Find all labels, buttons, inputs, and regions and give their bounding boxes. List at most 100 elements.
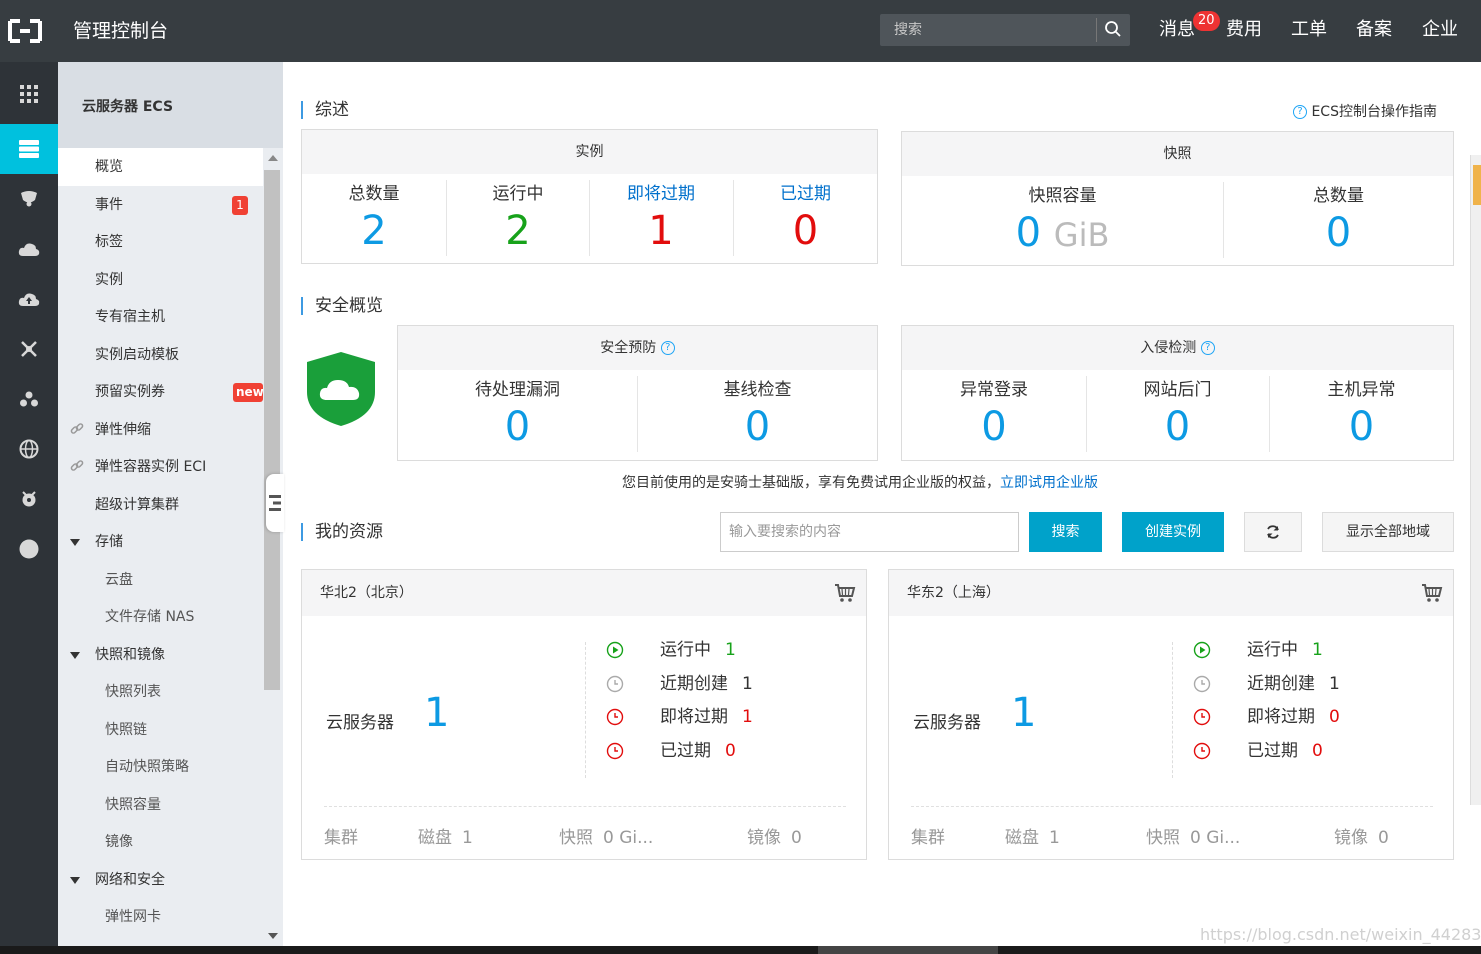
sidebar-item-eci[interactable]: 弹性容器实例 ECI xyxy=(58,448,263,486)
sidebar-scrollbar[interactable] xyxy=(264,170,280,690)
foot-snapshot[interactable]: 快照 0 Gi... xyxy=(1146,823,1240,848)
server-count[interactable]: 1 xyxy=(1011,688,1036,738)
globe-icon[interactable] xyxy=(0,424,58,474)
help-icon: ? xyxy=(1293,105,1307,119)
refresh-button[interactable] xyxy=(1244,512,1302,552)
cart-icon[interactable] xyxy=(1421,583,1443,603)
show-all-regions-button[interactable]: 显示全部地域 xyxy=(1322,512,1454,552)
sidebar-item-dedicated-hosts[interactable]: 专有宿主机 xyxy=(58,298,263,336)
page-scrollbar-thumb[interactable] xyxy=(1473,165,1481,205)
search-button[interactable]: 搜索 xyxy=(1029,512,1102,552)
global-search[interactable] xyxy=(880,14,1130,46)
sidebar-item-super-computing[interactable]: 超级计算集群 xyxy=(58,486,263,524)
external-link-icon xyxy=(70,423,84,434)
stat-expiring-instances[interactable]: 即将过期 1 xyxy=(589,182,733,256)
search-divider xyxy=(1096,18,1097,42)
circle-icon[interactable] xyxy=(0,524,58,574)
page-scrollbar[interactable] xyxy=(1470,155,1481,805)
sidebar-item-nas[interactable]: 文件存储 NAS xyxy=(58,598,263,636)
nav-billing[interactable]: 费用 xyxy=(1226,17,1262,43)
global-search-input[interactable] xyxy=(880,14,1094,46)
stat-value: 2 xyxy=(361,208,387,254)
events-badge: 1 xyxy=(232,196,248,215)
nav-filing[interactable]: 备案 xyxy=(1356,17,1392,43)
sidebar-group-snapshots-images[interactable]: 快照和镜像 xyxy=(58,636,263,674)
stat-label: 待处理漏洞 xyxy=(475,380,560,400)
monitor-icon[interactable] xyxy=(0,474,58,524)
sidebar-item-instances[interactable]: 实例 xyxy=(58,261,263,299)
products-grid-icon[interactable] xyxy=(0,69,58,119)
ecs-server-icon[interactable] xyxy=(0,124,58,174)
sidebar-item-reserved[interactable]: 预留实例券 new xyxy=(58,373,263,411)
foot-snapshot[interactable]: 快照 0 Gi... xyxy=(559,823,653,848)
sidebar-item-tags[interactable]: 标签 xyxy=(58,223,263,261)
stat-abnormal-login[interactable]: 异常登录 0 xyxy=(902,378,1086,452)
stat-backdoor[interactable]: 网站后门 0 xyxy=(1086,378,1269,452)
nav-messages[interactable]: 消息 xyxy=(1159,17,1195,43)
cloud-upload-icon[interactable] xyxy=(0,274,58,324)
sidebar-item-snapshot-capacity[interactable]: 快照容量 xyxy=(58,786,263,824)
foot-image[interactable]: 镜像 0 xyxy=(747,823,802,848)
nav-enterprise[interactable]: 企业 xyxy=(1422,17,1458,43)
sidebar-item-snapshot-chain[interactable]: 快照链 xyxy=(58,711,263,749)
external-link-icon xyxy=(70,460,84,471)
stat-expired-instances[interactable]: 已过期 0 xyxy=(733,182,878,256)
sidebar-item-overview[interactable]: 概览 xyxy=(58,148,263,186)
sidebar-item-disks[interactable]: 云盘 xyxy=(58,561,263,599)
sidebar-item-auto-snapshot-policy[interactable]: 自动快照策略 xyxy=(58,748,263,786)
status-label: 近期创建 xyxy=(660,674,728,694)
guide-link[interactable]: ? ECS控制台操作指南 xyxy=(1293,101,1437,121)
cluster-icon[interactable] xyxy=(0,374,58,424)
stat-baseline[interactable]: 基线检查 0 xyxy=(637,378,878,452)
sidebar-group-storage[interactable]: 存储 xyxy=(58,523,263,561)
sidebar-item-eni[interactable]: 弹性网卡 xyxy=(58,898,263,936)
stat-value: 0 xyxy=(981,404,1007,450)
sidebar-item-autoscaling[interactable]: 弹性伸缩 xyxy=(58,411,263,449)
sidebar-item-images[interactable]: 镜像 xyxy=(58,823,263,861)
security-notice-text: 您目前使用的是安骑士基础版，享有免费试用企业版的权益， xyxy=(622,475,1000,491)
search-icon[interactable] xyxy=(1104,20,1122,38)
stat-snapshot-capacity[interactable]: 快照容量 0 GiB xyxy=(902,184,1223,260)
create-instance-button[interactable]: 创建实例 xyxy=(1122,512,1224,552)
sidebar-item-label: 弹性伸缩 xyxy=(95,422,151,438)
stat-vulnerabilities[interactable]: 待处理漏洞 0 xyxy=(398,378,637,452)
scroll-up-icon[interactable] xyxy=(268,155,278,161)
console-title[interactable]: 管理控制台 xyxy=(73,18,168,44)
ecs-sidebar: 云服务器 ECS 概览 事件 1 标签 实例 专有宿主机 实例启动模板 预留实例… xyxy=(58,62,283,946)
region-card-header: 华北2（北京） xyxy=(302,570,866,616)
sidebar-item-snapshot-list[interactable]: 快照列表 xyxy=(58,673,263,711)
play-icon xyxy=(606,641,624,659)
cloud-storage-icon[interactable] xyxy=(0,224,58,274)
sidebar-collapse-handle[interactable] xyxy=(266,474,284,532)
stat-label: 基线检查 xyxy=(723,380,792,400)
sidebar-group-network-security[interactable]: 网络和安全 xyxy=(58,861,263,899)
stat-total-instances[interactable]: 总数量 2 xyxy=(302,182,446,256)
help-icon[interactable]: ? xyxy=(1200,341,1215,355)
stat-label: 运行中 xyxy=(492,184,544,204)
foot-disk[interactable]: 磁盘 1 xyxy=(418,823,473,848)
foot-cluster[interactable]: 集群 xyxy=(324,823,358,848)
scroll-down-icon[interactable] xyxy=(268,933,278,939)
database-icon[interactable] xyxy=(0,174,58,224)
network-icon[interactable] xyxy=(0,324,58,374)
try-enterprise-link[interactable]: 立即试用企业版 xyxy=(1000,475,1098,491)
bottom-bar-segment xyxy=(818,946,998,954)
help-icon[interactable]: ? xyxy=(660,341,675,355)
nav-tickets[interactable]: 工单 xyxy=(1291,17,1327,43)
resource-search-input[interactable] xyxy=(720,512,1019,552)
cart-icon[interactable] xyxy=(834,583,856,603)
sidebar-item-launch-templates[interactable]: 实例启动模板 xyxy=(58,336,263,374)
intrusion-panel-header: 入侵检测 ? xyxy=(902,326,1453,370)
region-card-shanghai: 华东2（上海） 云服务器 1 运行中 1 近期创建 1 即将过期 0 已过期 0 集群 … xyxy=(888,569,1454,860)
foot-disk[interactable]: 磁盘 1 xyxy=(1005,823,1060,848)
stat-running-instances[interactable]: 运行中 2 xyxy=(446,182,590,256)
sidebar-item-events[interactable]: 事件 1 xyxy=(58,186,263,224)
foot-image[interactable]: 镜像 0 xyxy=(1334,823,1389,848)
foot-cluster[interactable]: 集群 xyxy=(911,823,945,848)
new-badge: new xyxy=(233,383,263,402)
stat-host-abnormal[interactable]: 主机异常 0 xyxy=(1269,378,1454,452)
stat-snapshot-total[interactable]: 总数量 0 xyxy=(1223,184,1454,258)
foot-label: 镜像 xyxy=(747,828,781,848)
server-count[interactable]: 1 xyxy=(424,688,449,738)
aliyun-logo[interactable] xyxy=(7,18,43,44)
